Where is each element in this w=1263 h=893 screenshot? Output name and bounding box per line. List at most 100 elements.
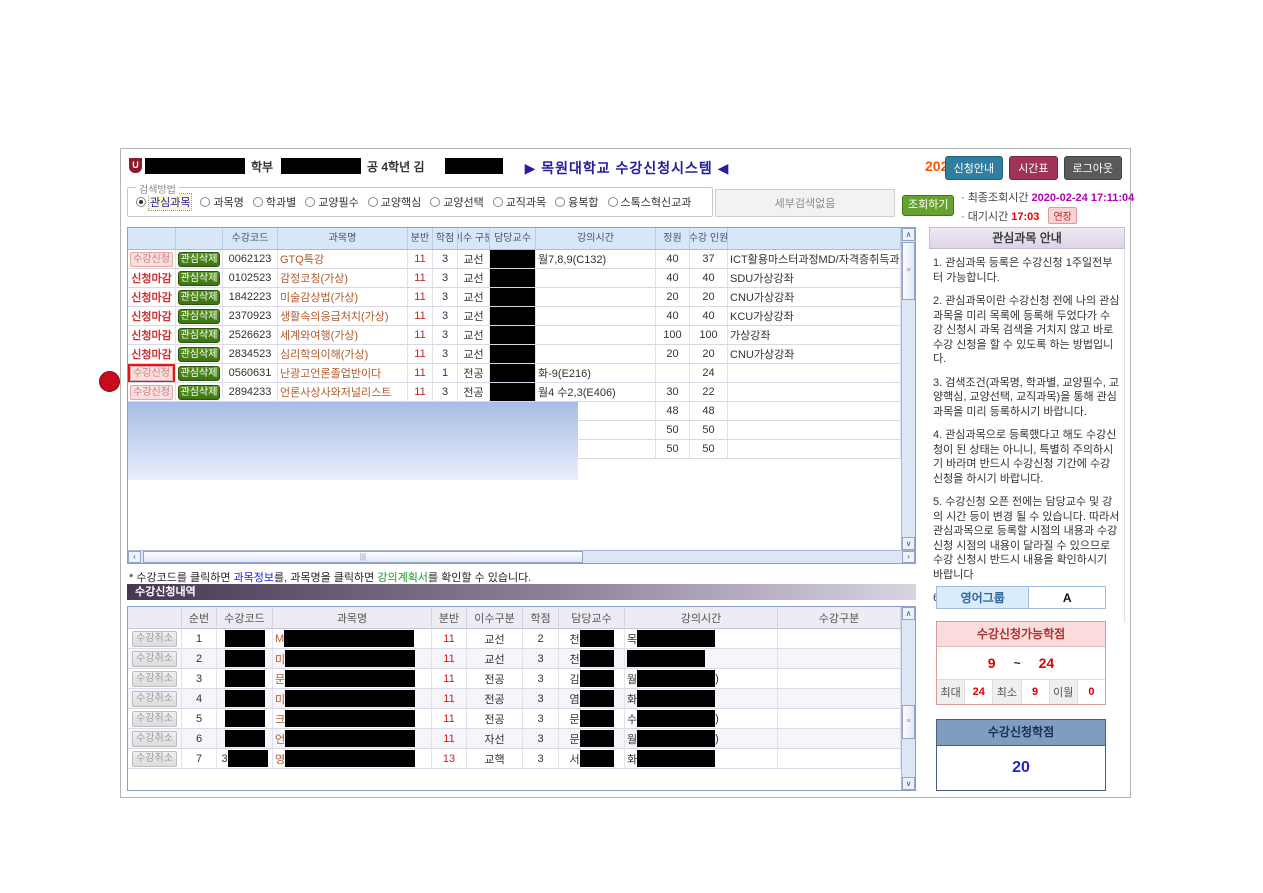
professor-cell-redacted: 천 [559,629,625,649]
search-option-2[interactable]: 과목명 [200,194,243,210]
remove-interest-button[interactable]: 관심삭제 [178,290,221,305]
scroll-up-icon[interactable]: ∧ [902,607,915,620]
search-option-8[interactable]: 융복합 [555,194,598,210]
cancel-button[interactable]: 수강취소 [132,711,177,727]
remove-interest-button[interactable]: 관심삭제 [178,309,221,324]
course-code-cell[interactable]: 2894233 [223,383,278,402]
page-title: ▶ 목원대학교 수강신청시스템 ◀ [457,158,797,178]
course-name-cell[interactable]: 언론사상사와저널리스트 [278,383,408,402]
cancel-cell: 수강취소 [128,669,182,689]
interest-course-table: 수강코드과목명분반학점이수 구분담당교수강의시간정원수강 인원 수강신청관심삭제… [127,227,916,564]
credit-cell: 3 [433,326,458,345]
column-header [176,228,223,250]
remove-interest-button[interactable]: 관심삭제 [178,252,221,267]
credit-cell: 3 [523,729,559,749]
search-button[interactable]: 조회하기 [902,195,954,216]
course-code-cell-redacted [217,649,273,669]
course-code-cell[interactable]: 2834523 [223,345,278,364]
redacted-block [285,690,415,707]
course-code-cell[interactable]: 0102523 [223,269,278,288]
scroll-thumb[interactable]: ||| [143,551,583,563]
category-cell: 교선 [458,326,490,345]
course-code-cell[interactable]: 0062123 [223,250,278,269]
cancel-button[interactable]: 수강취소 [132,751,177,767]
course-name-cell[interactable]: GTQ특강 [278,250,408,269]
course-name-cell[interactable]: 심리학의이해(가상) [278,345,408,364]
enrolled-course-table: 순번수강코드과목명분반이수구분학점담당교수강의시간수강구분 수강취소1M11교선… [127,606,916,791]
enrolled-count-cell: 37 [690,250,728,269]
apply-button[interactable]: 수강신청 [130,385,173,400]
course-name-cell[interactable]: 세계와여행(가상) [278,326,408,345]
dept-suffix: 학부 [251,158,273,175]
remove-cell: 관심삭제 [176,383,223,402]
search-option-7[interactable]: 교직과목 [493,194,546,210]
cancel-button[interactable]: 수강취소 [132,731,177,747]
redacted-block [225,670,265,687]
name-prefix: M [275,633,284,645]
remark-cell: ICT활용마스터과정MD/자격증취득과정 [728,250,901,269]
course-name-cell[interactable]: 난광고언론졸업반이다 [278,364,408,383]
time-prefix: 화 [627,691,637,707]
course-code-cell[interactable]: 0560631 [223,364,278,383]
enrolled-table-vertical-scrollbar[interactable]: ∧ ≡ ∨ [901,607,915,790]
search-option-9[interactable]: 스톡스혁신교과 [608,194,692,210]
search-option-5[interactable]: 교양핵심 [368,194,421,210]
category-cell: 교선 [458,250,490,269]
apply-button[interactable]: 수강신청 [130,252,173,267]
apply-button[interactable]: 수강신청 [130,366,173,381]
table-row: 수강취소2미11교선3천 [128,649,901,669]
english-group-label: 영어그룹 [937,587,1029,608]
scroll-down-icon[interactable]: ∨ [902,777,915,790]
course-code-cell[interactable]: 2370923 [223,307,278,326]
search-option-4[interactable]: 교양필수 [305,194,358,210]
radio-icon [608,197,618,207]
cancel-button[interactable]: 수강취소 [132,651,177,667]
scroll-up-icon[interactable]: ∧ [902,228,915,241]
remove-interest-button[interactable]: 관심삭제 [178,385,221,400]
time-prefix: 월 [627,731,637,747]
professor-cell-redacted [490,250,536,269]
scroll-thumb[interactable]: ≡ [902,705,915,739]
category-cell: 교선 [458,269,490,288]
remove-interest-button[interactable]: 관심삭제 [178,328,221,343]
section-cell: 11 [432,649,467,669]
course-code-cell[interactable]: 2526623 [223,326,278,345]
stat-value: 0 [1078,680,1105,704]
scroll-thumb[interactable]: ≡ [902,242,915,300]
search-option-6[interactable]: 교양선택 [430,194,483,210]
action-cell: 신청마감 [128,307,176,326]
logout-button[interactable]: 로그아웃 [1064,156,1122,180]
cancel-button[interactable]: 수강취소 [132,691,177,707]
course-name-cell[interactable]: 생활속의응급처치(가상) [278,307,408,326]
column-header: 강의시간 [625,607,778,629]
cancel-button[interactable]: 수강취소 [132,671,177,687]
remove-cell: 관심삭제 [176,269,223,288]
remove-interest-button[interactable]: 관심삭제 [178,347,221,362]
scroll-right-icon[interactable]: › [902,551,915,563]
redacted-student-dept [145,158,245,174]
timetable-button[interactable]: 시간표 [1009,156,1057,180]
page: U 학부 공 4학년 김 ▶ 목원대학교 수강신청시스템 ◀ 2020-1 신청… [0,0,1263,893]
extend-button[interactable]: 연장 [1048,207,1076,224]
table-row: 신청마감관심삭제2834523심리학의이해(가상)113교선2020CNU가상강… [128,345,901,364]
scroll-left-icon[interactable]: ‹ [128,551,141,563]
interest-table-horizontal-scrollbar[interactable]: ‹ ||| › [128,550,915,563]
closed-label: 신청마감 [131,289,171,305]
course-code-cell[interactable]: 1842223 [223,288,278,307]
search-option-3[interactable]: 학과별 [253,194,296,210]
scroll-down-icon[interactable]: ∨ [902,537,915,550]
cancel-button[interactable]: 수강취소 [132,631,177,647]
section-cell: 11 [408,383,433,402]
remove-interest-button[interactable]: 관심삭제 [178,366,221,381]
course-name-cell[interactable]: 미술감상법(가상) [278,288,408,307]
search-option-1[interactable]: 관심과목 [136,194,191,210]
professor-cell-redacted [490,269,536,288]
closed-label: 신청마감 [131,270,171,286]
quota-cell: 50 [656,421,690,440]
remove-interest-button[interactable]: 관심삭제 [178,271,221,286]
professor-cell-redacted: 서 [559,749,625,769]
course-name-cell[interactable]: 감정코칭(가상) [278,269,408,288]
interest-table-vertical-scrollbar[interactable]: ∧ ≡ ∨ [901,228,915,550]
guide-button[interactable]: 신청안내 [945,156,1003,180]
radio-icon [430,197,440,207]
